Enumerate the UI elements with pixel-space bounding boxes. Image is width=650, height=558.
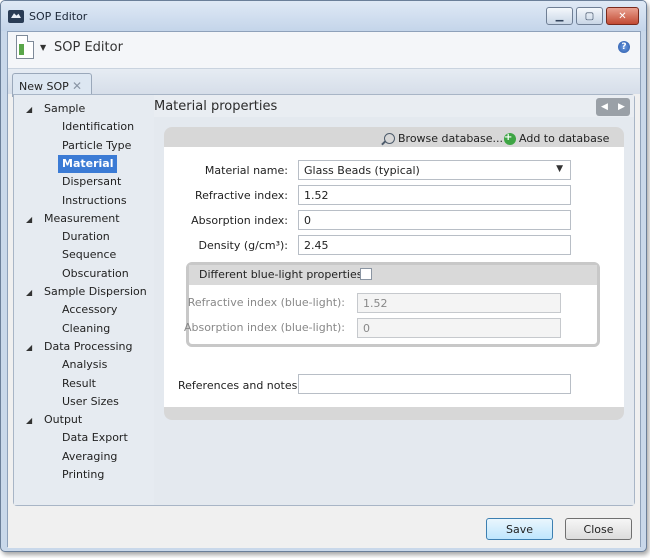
expand-triangle-icon[interactable]: ◢ (26, 284, 44, 302)
blue-absorption-row: Absorption index (blue-light): 0 (184, 318, 597, 338)
section-title: Material properties (154, 99, 278, 114)
material-properties-pane: Material properties ◀ ▶ Browse database.… (154, 95, 634, 505)
tree-item-identification[interactable]: Identification (62, 118, 134, 136)
tree-item-particle-type[interactable]: Particle Type (62, 137, 131, 155)
chevron-right-icon[interactable]: ▶ (618, 102, 625, 112)
material-name-select[interactable]: Glass Beads (typical) ▼ (298, 160, 571, 180)
references-row: References and notes: (164, 374, 624, 396)
sop-document-icon[interactable] (16, 35, 34, 59)
tree-group-label: Sample Dispersion (44, 285, 147, 298)
close-window-button[interactable]: ✕ (606, 7, 639, 25)
minimize-button[interactable]: ▁ (546, 7, 573, 25)
window-title: SOP Editor (29, 10, 88, 23)
density-row: Density (g/cm³): 2.45 (164, 235, 624, 255)
search-icon (384, 133, 395, 144)
absorption-index-field[interactable]: 0 (298, 210, 571, 230)
maximize-button[interactable]: ▢ (576, 7, 603, 25)
blue-light-header: Different blue-light properties: (189, 265, 597, 285)
expand-triangle-icon[interactable]: ◢ (26, 101, 44, 119)
title-bar: SOP Editor ▁ ▢ ✕ (1, 1, 646, 31)
tree-item-duration[interactable]: Duration (62, 228, 110, 246)
material-name-row: Material name: Glass Beads (typical) ▼ (164, 160, 624, 180)
blue-refractive-row: Refractive index (blue-light): 1.52 (187, 293, 597, 313)
refractive-index-label: Refractive index: (194, 189, 288, 202)
tree-item-accessory[interactable]: Accessory (62, 301, 117, 319)
tree-item-data-export[interactable]: Data Export (62, 429, 128, 447)
browse-database-label: Browse database... (398, 132, 504, 145)
section-header: Material properties ◀ ▶ (154, 95, 634, 117)
expand-triangle-icon[interactable]: ◢ (26, 339, 44, 357)
navigation-tree: ◢ Sample Identification Particle Type Materi… (14, 95, 154, 505)
blue-light-group: Different blue-light properties: Refract… (184, 262, 600, 347)
tree-item-material[interactable]: Material (58, 154, 118, 173)
blue-absorption-field: 0 (357, 318, 561, 338)
blue-refractive-field: 1.52 (357, 293, 561, 313)
editor-body: ◢ Sample Identification Particle Type Materi… (13, 94, 635, 506)
chevron-left-icon[interactable]: ◀ (601, 102, 608, 112)
refractive-index-field[interactable]: 1.52 (298, 185, 571, 205)
absorption-index-row: Absorption index: 0 (164, 210, 624, 230)
tree-item-user-sizes[interactable]: User Sizes (62, 393, 119, 411)
material-name-value: Glass Beads (typical) (304, 164, 420, 177)
add-to-database-label: Add to database (519, 132, 610, 145)
tree-group-label: Output (44, 413, 83, 427)
tree-item-sequence[interactable]: Sequence (62, 246, 116, 264)
tree-group-sample[interactable]: ◢ Sample (26, 100, 85, 118)
tab-close-icon[interactable]: ✕ (72, 79, 82, 93)
blue-refractive-label: Refractive index (blue-light): (187, 296, 345, 309)
browse-database-button[interactable]: Browse database... (384, 132, 503, 145)
blue-absorption-label: Absorption index (blue-light): (183, 321, 345, 334)
material-panel: Browse database... + Add to database Mat… (164, 127, 624, 420)
tree-item-averaging[interactable]: Averaging (62, 448, 117, 466)
sop-editor-window: SOP Editor ▁ ▢ ✕ ▼ SOP Editor ? New SOP … (0, 0, 647, 552)
tree-item-analysis[interactable]: Analysis (62, 356, 107, 374)
tree-group-label: Measurement (44, 211, 120, 225)
absorption-index-label: Absorption index: (191, 214, 288, 227)
tree-item-cleaning[interactable]: Cleaning (62, 320, 110, 338)
tree-item-obscuration[interactable]: Obscuration (62, 265, 129, 283)
app-header: ▼ SOP Editor ? (8, 32, 640, 68)
help-icon[interactable]: ? (618, 41, 630, 53)
tree-group-output[interactable]: ◢ Output (26, 411, 82, 429)
tree-group-measurement[interactable]: ◢ Measurement (26, 210, 120, 228)
tab-strip: New SOP ✕ (8, 68, 640, 97)
blue-light-checkbox[interactable] (360, 268, 372, 280)
references-field[interactable] (298, 374, 571, 394)
expand-triangle-icon[interactable]: ◢ (26, 412, 44, 430)
minimize-icon: ▁ (555, 10, 564, 22)
tree-group-data-processing[interactable]: ◢ Data Processing (26, 338, 133, 356)
client-area: ▼ SOP Editor ? New SOP ✕ ◢ Sample Identifi… (7, 31, 641, 548)
tree-group-label: Data Processing (44, 339, 133, 353)
save-button[interactable]: Save (486, 518, 553, 540)
close-button[interactable]: Close (565, 518, 632, 540)
tree-item-instructions[interactable]: Instructions (62, 192, 127, 210)
close-icon: ✕ (618, 10, 627, 22)
expand-triangle-icon[interactable]: ◢ (26, 211, 44, 229)
tree-group-label: Sample (44, 102, 86, 115)
blue-light-label: Different blue-light properties: (199, 268, 367, 281)
tree-item-result[interactable]: Result (62, 375, 96, 393)
material-form: Material name: Glass Beads (typical) ▼ R… (164, 147, 624, 407)
refractive-index-row: Refractive index: 1.52 (164, 185, 624, 205)
app-title: SOP Editor (54, 40, 123, 55)
tab-label: New SOP (19, 80, 69, 93)
app-icon (8, 10, 24, 23)
tree-item-dispersant[interactable]: Dispersant (62, 173, 121, 191)
dialog-footer: Save Close (8, 508, 640, 548)
references-label: References and notes: (178, 379, 302, 392)
density-field[interactable]: 2.45 (298, 235, 571, 255)
chevron-down-icon: ▼ (556, 164, 563, 174)
add-icon: + (504, 132, 516, 145)
tree-item-printing[interactable]: Printing (62, 466, 104, 484)
density-label: Density (g/cm³): (198, 239, 288, 252)
section-nav: ◀ ▶ (596, 98, 630, 116)
maximize-icon: ▢ (584, 10, 595, 22)
material-name-label: Material name: (204, 164, 288, 177)
chevron-down-icon[interactable]: ▼ (40, 43, 46, 52)
tree-group-sample-dispersion[interactable]: ◢ Sample Dispersion (26, 283, 147, 301)
add-to-database-button[interactable]: + Add to database (504, 132, 609, 145)
